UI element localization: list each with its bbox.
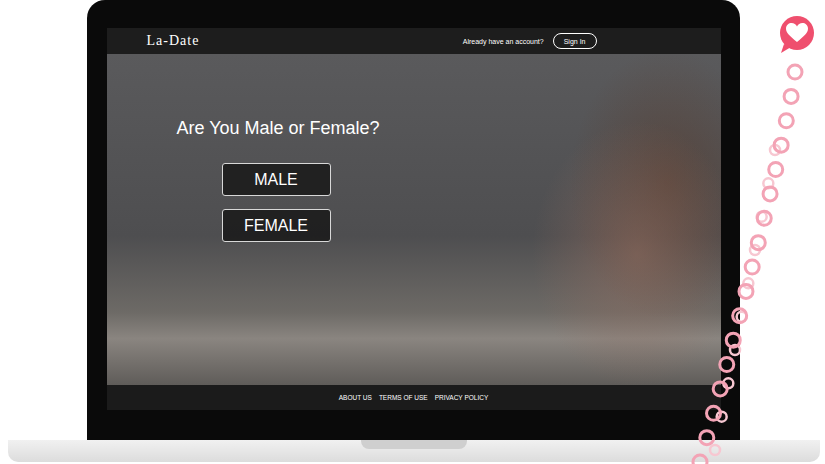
- account-area: Already have an account? Sign In: [463, 33, 597, 49]
- dot-icon: [743, 278, 753, 288]
- screen: La-Date Already have an account? Sign In Ar…: [107, 28, 721, 410]
- dot-icon: [726, 333, 740, 347]
- dot-icon: [770, 145, 780, 155]
- laptop-notch: [361, 440, 467, 449]
- gender-options: MALE FEMALE: [222, 163, 721, 242]
- dot-icon: [774, 138, 788, 152]
- header-bar: La-Date Already have an account? Sign In: [107, 28, 721, 54]
- dot-icon: [739, 284, 753, 298]
- dot-icon: [757, 211, 771, 225]
- dot-icon: [763, 187, 777, 201]
- dot-icon: [710, 445, 720, 455]
- brand-logo[interactable]: La-Date: [147, 33, 200, 49]
- hero-photo: Are You Male or Female? MALE FEMALE: [107, 54, 721, 385]
- gender-option-button[interactable]: FEMALE: [222, 209, 331, 242]
- laptop-base: [8, 440, 820, 462]
- dot-icon: [757, 212, 767, 222]
- dot-icon: [745, 260, 759, 274]
- sign-in-button[interactable]: Sign In: [553, 33, 597, 49]
- dot-icon: [779, 114, 793, 128]
- dot-icon: [751, 236, 765, 250]
- dot-icon: [723, 378, 733, 388]
- dot-icon: [700, 431, 714, 445]
- dot-icon: [784, 89, 798, 103]
- dot-icon: [763, 178, 773, 188]
- footer-link[interactable]: PRIVACY POLICY: [435, 394, 489, 401]
- dot-icon: [713, 382, 727, 396]
- dot-icon: [693, 455, 707, 464]
- gender-option-button[interactable]: MALE: [222, 163, 331, 196]
- footer-bar: ABOUT US TERMS OF USE PRIVACY POLICY: [107, 385, 721, 410]
- dot-icon: [737, 312, 747, 322]
- dot-icon: [730, 345, 740, 355]
- dot-icon: [733, 309, 747, 323]
- dot-icon: [720, 358, 734, 372]
- dot-icon: [750, 245, 760, 255]
- dots-decoration: [0, 0, 825, 464]
- gender-question: Are You Male or Female?: [177, 118, 721, 139]
- account-prompt: Already have an account?: [463, 38, 544, 45]
- footer-link[interactable]: TERMS OF USE: [379, 394, 428, 401]
- dot-icon: [788, 65, 802, 79]
- heart-chat-icon: [780, 16, 814, 53]
- footer-link[interactable]: ABOUT US: [339, 394, 372, 401]
- dot-icon: [707, 406, 721, 420]
- dot-icon: [717, 412, 727, 422]
- page: La-Date Already have an account? Sign In Ar…: [0, 0, 825, 464]
- laptop-lid: La-Date Already have an account? Sign In Ar…: [87, 0, 740, 440]
- dot-icon: [769, 163, 783, 177]
